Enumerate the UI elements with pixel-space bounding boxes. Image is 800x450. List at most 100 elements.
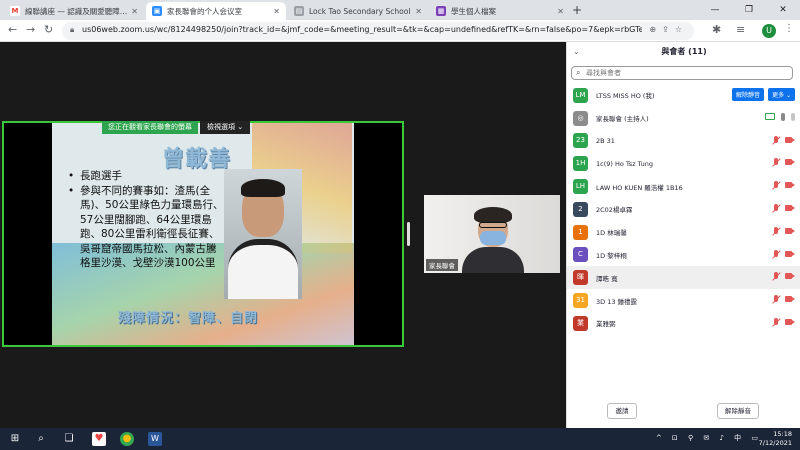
clock[interactable]: 15:18 7/12/2021	[759, 430, 792, 448]
participant-status: 解除靜音 更多 ⌄	[732, 88, 795, 101]
participant-row[interactable]: 1 1D 林瑞馨	[567, 221, 800, 244]
tab-title: 線聯講座 — 認識及關愛聽障人士	[25, 6, 128, 16]
viewing-notice: 您正在觀看家長聯會的螢幕	[102, 121, 198, 134]
tab-student-profile[interactable]: ▦ 學生個人檔案 ✕	[430, 2, 570, 20]
participant-row[interactable]: 暉譚晧 寬	[567, 266, 800, 290]
close-window-icon[interactable]: ✕	[766, 0, 800, 20]
camera-off-icon	[785, 272, 795, 281]
participant-status	[771, 158, 795, 167]
clock-time: 15:18	[773, 430, 792, 438]
maximize-icon[interactable]: ❐	[732, 0, 766, 20]
invite-button[interactable]: 邀請	[607, 403, 637, 419]
participant-status	[771, 226, 795, 236]
participant-name: 3D 13 鍾禮霆	[596, 297, 638, 306]
close-icon[interactable]: ✕	[557, 7, 564, 16]
participant-status	[771, 317, 795, 327]
view-options-button[interactable]: 檢視選項 ⌄	[200, 121, 251, 134]
athlete-photo	[224, 169, 302, 299]
windows-taskbar: ⊞ ⌕ ❏ ♥ ● W ^ ⊡ ⚲ ✉ ♪ 中 ▭ 15:18 7/12/202…	[0, 428, 800, 450]
unmute-all-button[interactable]: 解除靜音	[717, 403, 759, 419]
close-icon[interactable]: ✕	[273, 7, 280, 16]
task-view-icon[interactable]: ❏	[62, 432, 76, 446]
gmail-icon: M	[10, 6, 20, 16]
participant-status	[771, 295, 795, 304]
windows-start-icon[interactable]: ⊞	[8, 432, 22, 446]
slide-bullets: 長跑選手 參與不同的賽事如：渣馬(全馬)、50公里綠色力量環島行、57公里闊腳跑…	[66, 169, 226, 271]
participant-row[interactable]: 31 3D 13 鍾禮霆	[567, 289, 800, 312]
participant-row[interactable]: 1H 1c(9) Ho Tsz Tung	[567, 152, 800, 175]
participants-header: 與會者 (11)	[661, 47, 707, 56]
tab-school[interactable]: ▤ Lock Tao Secondary School ✕	[288, 2, 428, 20]
participant-status	[771, 135, 795, 145]
search-icon[interactable]: ⌕	[34, 432, 48, 446]
mic-muted-icon	[771, 158, 781, 167]
participant-list: LM LTSS MISS HO (我) 解除靜音 更多 ⌄ ◎ 家長聯會 (主持人) 23 2…	[567, 84, 800, 335]
tab-zoom-meeting[interactable]: ▣ 家長聯會的个人会议室 ✕	[146, 2, 286, 20]
chrome-icon[interactable]: ●	[120, 432, 134, 446]
extensions-icon[interactable]: ✱	[712, 23, 721, 36]
mic-muted-icon	[771, 249, 781, 259]
participant-row[interactable]: LH LAW HO KUEN 羅浩權 1B16	[567, 175, 800, 198]
more-menu-icon[interactable]: ⋮	[784, 23, 794, 34]
participant-search[interactable]: ⌕	[571, 66, 793, 80]
avatar: 1H	[573, 156, 588, 172]
bullet-item: 參與不同的賽事如：渣馬(全馬)、50公里綠色力量環島行、57公里闊腳跑、64公里…	[66, 184, 226, 271]
resize-handle[interactable]	[407, 222, 410, 246]
mic-muted-icon	[771, 135, 781, 145]
forms-icon: ▦	[436, 6, 446, 16]
reload-icon[interactable]: ↻	[44, 23, 53, 36]
browser-tab-strip: M 線聯講座 — 認識及關愛聽障人士 ✕ ▣ 家長聯會的个人会议室 ✕ ▤ Lo…	[0, 0, 800, 20]
camera-off-icon	[785, 136, 795, 145]
back-icon[interactable]: ←	[8, 23, 17, 36]
more-button[interactable]: 更多 ⌄	[768, 88, 795, 101]
participant-name: 業雅弼	[596, 320, 616, 329]
slide-subtitle: 殘障情況：智障、自閉	[118, 311, 259, 326]
ime-indicator[interactable]: 中	[734, 434, 745, 442]
avatar: C	[573, 247, 588, 263]
participant-name: 1c(9) Ho Tsz Tung	[596, 159, 654, 168]
system-tray[interactable]: ^ ⊡ ⚲ ✉ ♪ 中 ▭	[656, 433, 762, 443]
mic-on-icon	[781, 112, 785, 121]
participant-name: 1D 黎梓桐	[596, 251, 627, 260]
address-bar: ← → ↻ 🔒︎ us06web.zoom.us/wc/8124498250/j…	[0, 20, 800, 42]
avatar: ◎	[573, 110, 588, 126]
omnibox-icons[interactable]: ⊕⇪☆	[649, 25, 688, 34]
participant-row[interactable]: LM LTSS MISS HO (我) 解除靜音 更多 ⌄	[567, 84, 800, 107]
avatar: 2	[573, 201, 588, 217]
presentation-slide: 曾載善 長跑選手 參與不同的賽事如：渣馬(全馬)、50公里綠色力量環島行、57公…	[52, 123, 354, 345]
mic-muted-icon	[771, 181, 781, 190]
mic-muted-icon	[771, 272, 781, 281]
participant-row[interactable]: 23 2B 31	[567, 130, 800, 153]
url-field[interactable]: 🔒︎ us06web.zoom.us/wc/8124498250/join?tr…	[62, 22, 694, 40]
window-controls: — ❐ ✕	[698, 0, 800, 20]
new-tab-button[interactable]: +	[572, 3, 582, 17]
profile-avatar[interactable]: U	[762, 24, 776, 38]
participant-name: 1D 林瑞馨	[596, 229, 627, 238]
tab-title: Lock Tao Secondary School	[309, 6, 411, 16]
tab-webinar[interactable]: M 線聯講座 — 認識及關愛聽障人士 ✕	[4, 2, 144, 20]
participant-status	[771, 249, 795, 259]
tab-title: 學生個人檔案	[451, 6, 496, 16]
participant-name: 2C02楊卓霖	[596, 206, 633, 215]
share-view-bar: 您正在觀看家長聯會的螢幕 檢視選項 ⌄	[102, 121, 251, 134]
reading-list-icon[interactable]: ≡	[736, 23, 745, 36]
participant-row[interactable]: ◎ 家長聯會 (主持人)	[567, 107, 800, 130]
forward-icon[interactable]: →	[26, 23, 35, 36]
unmute-button[interactable]: 解除靜音	[732, 88, 765, 101]
close-icon[interactable]: ✕	[131, 7, 138, 16]
meeting-area: 曾載善 長跑選手 參與不同的賽事如：渣馬(全馬)、50公里綠色力量環島行、57公…	[0, 42, 566, 428]
search-input[interactable]	[586, 68, 786, 78]
participant-name: 2B 31	[596, 136, 615, 145]
search-icon: ⌕	[576, 68, 581, 77]
avatar: LH	[573, 179, 588, 195]
minimize-icon[interactable]: —	[698, 0, 732, 20]
participant-row[interactable]: 2 2C02楊卓霖	[567, 198, 800, 221]
mic-muted-icon	[771, 226, 781, 236]
word-icon[interactable]: W	[148, 432, 162, 446]
participant-row[interactable]: 業業雅弼	[567, 312, 800, 335]
video-tile[interactable]: 家長聯會	[424, 195, 560, 273]
camera-on-icon	[765, 113, 775, 121]
close-icon[interactable]: ✕	[415, 7, 422, 16]
app-icon[interactable]: ♥	[92, 432, 106, 446]
participant-row[interactable]: C 1D 黎梓桐	[567, 244, 800, 267]
